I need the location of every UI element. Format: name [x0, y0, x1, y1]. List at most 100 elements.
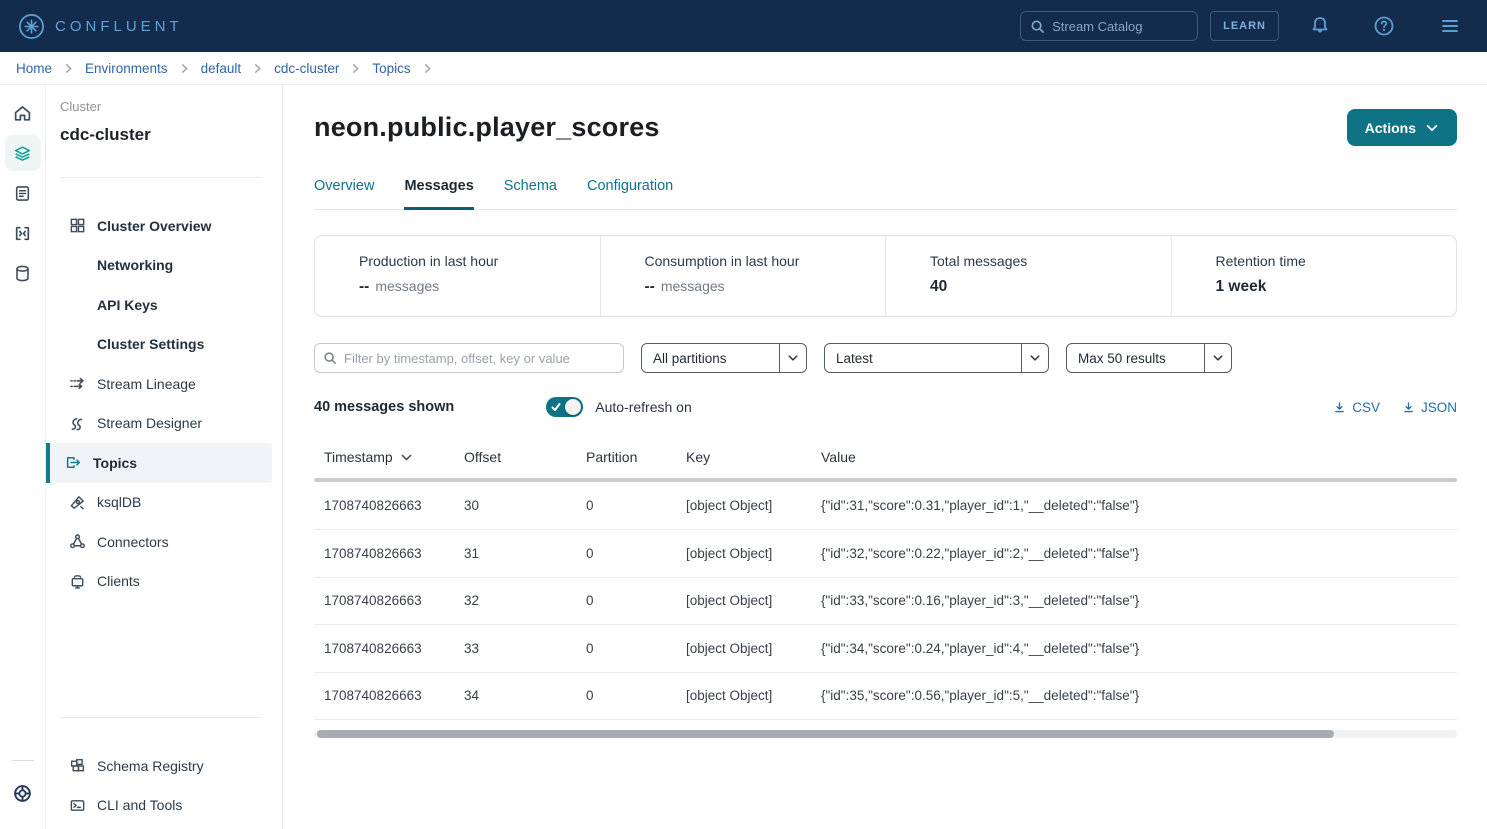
auto-refresh-toggle[interactable]	[546, 397, 583, 417]
stat-production: Production in last hour -- messages	[315, 236, 600, 316]
rail-home-button[interactable]	[5, 95, 41, 131]
breadcrumb-topics[interactable]: Topics	[372, 61, 410, 76]
cell-key: [object Object]	[676, 672, 811, 720]
message-filter-input[interactable]	[344, 351, 615, 366]
sidebar-item-connectors[interactable]: Connectors	[46, 522, 272, 562]
stat-label: Production in last hour	[359, 253, 600, 269]
tab-schema[interactable]: Schema	[504, 178, 557, 210]
cell-partition: 0	[576, 577, 676, 625]
notifications-bell-button[interactable]	[1309, 15, 1331, 37]
sidebar-item-cli-and-tools[interactable]: CLI and Tools	[46, 786, 272, 826]
cell-partition: 0	[576, 482, 676, 530]
cell-timestamp: 1708740826663	[314, 577, 454, 625]
cell-value: {"id":33,"score":0.16,"player_id":3,"__d…	[811, 577, 1457, 625]
column-header-timestamp[interactable]: Timestamp	[314, 439, 454, 478]
column-header-offset: Offset	[454, 439, 576, 478]
confluent-app: CONFLUENT LEARN	[0, 0, 1487, 829]
globe-icon	[13, 784, 32, 803]
message-row[interactable]: 1708740826663 31 0 [object Object] {"id"…	[314, 530, 1457, 578]
horizontal-scrollbar-thumb[interactable]	[317, 730, 1334, 738]
stream-lineage-icon	[69, 375, 86, 392]
messages-shown-count: 40 messages shown	[314, 399, 454, 415]
partition-select[interactable]: All partitions	[641, 343, 807, 373]
cell-partition: 0	[576, 625, 676, 673]
sidebar-item-ksqldb[interactable]: ksqlDB	[46, 483, 272, 523]
tab-configuration[interactable]: Configuration	[587, 178, 673, 210]
chevron-down-icon	[1204, 344, 1231, 372]
sidebar-item-schema-registry[interactable]: Schema Registry	[46, 746, 272, 786]
page-title: neon.public.player_scores	[314, 112, 660, 143]
sidebar-item-stream-lineage[interactable]: Stream Lineage	[46, 364, 272, 404]
message-row[interactable]: 1708740826663 34 0 [object Object] {"id"…	[314, 672, 1457, 720]
breadcrumb-home[interactable]: Home	[16, 61, 52, 76]
message-row[interactable]: 1708740826663 32 0 [object Object] {"id"…	[314, 577, 1457, 625]
cluster-sidebar: Cluster cdc-cluster Cluster Overview Net…	[46, 85, 283, 829]
rail-flow-button[interactable]	[5, 215, 41, 251]
breadcrumb: Home Environments default cdc-cluster To…	[0, 52, 1487, 85]
rail-support-button[interactable]	[5, 775, 41, 811]
ksqldb-icon	[69, 494, 86, 511]
sidebar-item-label: Connectors	[97, 534, 169, 550]
learn-button[interactable]: LEARN	[1210, 11, 1279, 41]
sidebar-item-cluster-overview[interactable]: Cluster Overview	[46, 206, 272, 246]
topic-stats-card: Production in last hour -- messages Cons…	[314, 235, 1457, 317]
help-button[interactable]	[1373, 15, 1395, 37]
document-icon	[13, 184, 32, 203]
topics-icon	[65, 454, 82, 471]
chevron-down-icon	[1021, 344, 1048, 372]
download-json-button[interactable]: JSON	[1402, 400, 1457, 415]
breadcrumb-environments[interactable]: Environments	[85, 61, 168, 76]
breadcrumb-cdc-cluster[interactable]: cdc-cluster	[274, 61, 339, 76]
stream-catalog-search[interactable]	[1020, 11, 1198, 41]
cell-offset: 34	[454, 672, 576, 720]
left-icon-rail	[0, 85, 46, 829]
cell-offset: 32	[454, 577, 576, 625]
rail-storage-button[interactable]	[5, 255, 41, 291]
toggle-knob	[565, 399, 581, 415]
stat-retention-time: Retention time 1 week	[1171, 236, 1457, 316]
sidebar-item-stream-designer[interactable]: Stream Designer	[46, 404, 272, 444]
tab-overview[interactable]: Overview	[314, 178, 374, 210]
cell-value: {"id":32,"score":0.22,"player_id":2,"__d…	[811, 530, 1457, 578]
stat-value: --	[359, 278, 369, 296]
message-filter-row: All partitions Latest Max 50 results	[314, 343, 1457, 373]
column-header-value: Value	[811, 439, 1457, 478]
sidebar-item-networking[interactable]: Networking	[46, 246, 272, 286]
connectors-icon	[69, 533, 86, 550]
cell-key: [object Object]	[676, 577, 811, 625]
cell-value: {"id":35,"score":0.56,"player_id":5,"__d…	[811, 672, 1457, 720]
horizontal-scrollbar-track	[314, 730, 1457, 738]
download-csv-button[interactable]: CSV	[1333, 400, 1380, 415]
sidebar-item-label: Stream Lineage	[97, 376, 196, 392]
cluster-label: Cluster	[60, 99, 262, 115]
chevron-right-icon	[350, 63, 361, 74]
message-row[interactable]: 1708740826663 30 0 [object Object] {"id"…	[314, 482, 1457, 530]
result-limit-select[interactable]: Max 50 results	[1066, 343, 1232, 373]
menu-button[interactable]	[1439, 15, 1461, 37]
rail-environments-button[interactable]	[5, 135, 41, 171]
stat-unit: messages	[661, 278, 725, 294]
sidebar-item-label: Schema Registry	[97, 758, 204, 774]
stream-catalog-input[interactable]	[1052, 19, 1188, 34]
actions-button[interactable]: Actions	[1347, 109, 1457, 146]
layers-icon	[13, 144, 32, 163]
sidebar-item-api-keys[interactable]: API Keys	[46, 285, 272, 325]
column-label: Timestamp	[324, 449, 393, 465]
tab-messages[interactable]: Messages	[404, 178, 473, 210]
chevron-down-icon	[779, 344, 806, 372]
chevron-right-icon	[252, 63, 263, 74]
message-row[interactable]: 1708740826663 33 0 [object Object] {"id"…	[314, 625, 1457, 673]
rail-notes-button[interactable]	[5, 175, 41, 211]
sidebar-item-cluster-settings[interactable]: Cluster Settings	[46, 325, 272, 365]
sidebar-item-clients[interactable]: Clients	[46, 562, 272, 602]
sort-chevron-icon	[400, 451, 413, 464]
stat-consumption: Consumption in last hour -- messages	[600, 236, 886, 316]
messages-table: Timestamp Offset Partition Key Value	[314, 439, 1457, 738]
topic-tabs: Overview Messages Schema Configuration	[314, 178, 1457, 210]
cell-offset: 30	[454, 482, 576, 530]
breadcrumb-default[interactable]: default	[201, 61, 242, 76]
sidebar-item-topics[interactable]: Topics	[46, 443, 272, 483]
confluent-logo[interactable]: CONFLUENT	[18, 13, 183, 40]
message-filter-search[interactable]	[314, 343, 624, 373]
offset-mode-select[interactable]: Latest	[824, 343, 1049, 373]
